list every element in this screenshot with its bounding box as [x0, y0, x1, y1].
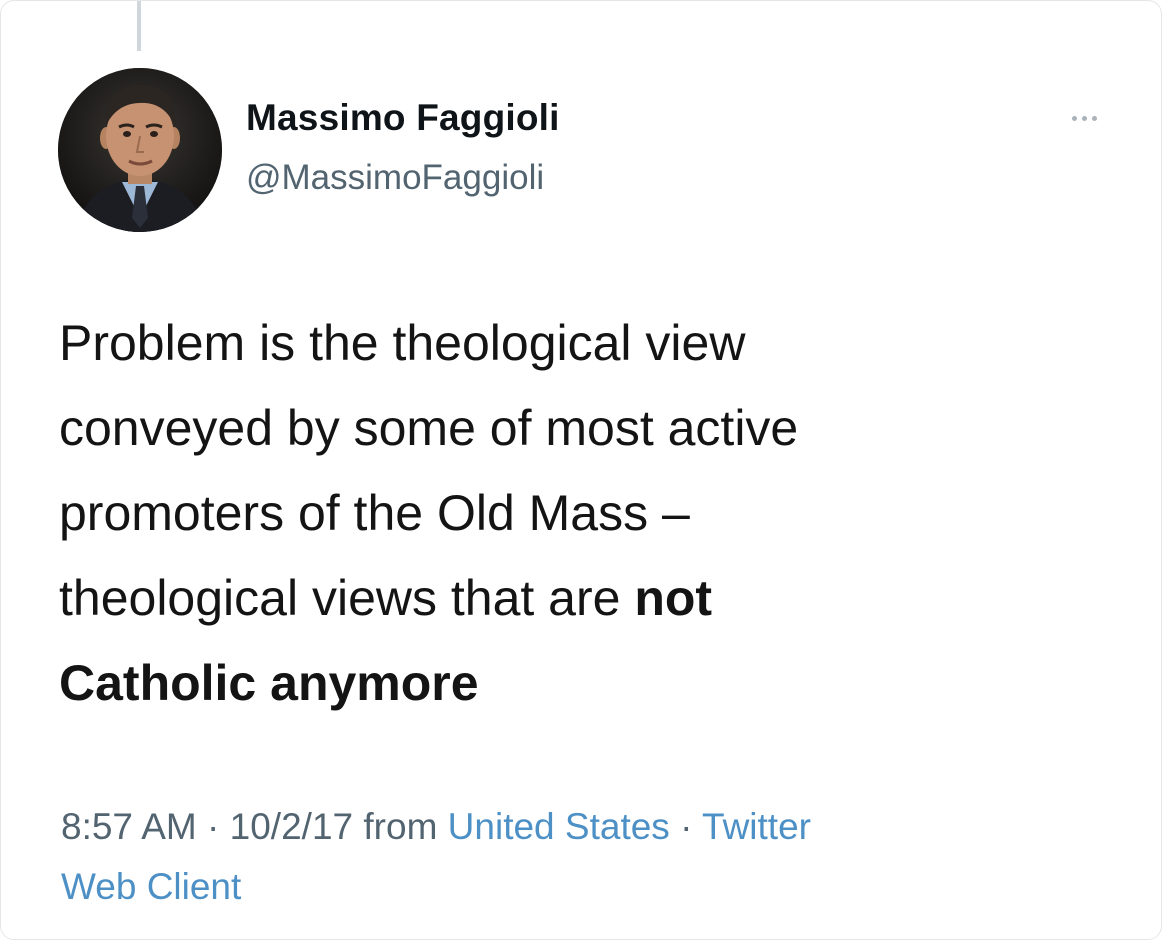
more-horizontal-icon	[1071, 115, 1077, 121]
tweet-text-bold: not	[634, 570, 713, 626]
avatar[interactable]	[58, 68, 222, 232]
more-options-button[interactable]	[1059, 106, 1109, 130]
separator: ·	[669, 806, 703, 847]
client-link[interactable]: Twitter	[702, 806, 811, 847]
tweet-text-line: Catholic anymore	[59, 641, 1119, 726]
from-label: from	[353, 806, 448, 847]
tweet-time[interactable]: 8:57 AM	[61, 806, 197, 847]
client-link[interactable]: Web Client	[61, 866, 241, 907]
tweet-metadata-row: Web Client	[61, 857, 1121, 917]
tweet-metadata-row: 8:57 AM · 10/2/17 from United States · T…	[61, 797, 1121, 857]
more-horizontal-icon	[1081, 115, 1087, 121]
tweet-date[interactable]: 10/2/17	[230, 806, 353, 847]
tweet-card: Massimo Faggioli @MassimoFaggioli Proble…	[0, 0, 1162, 940]
more-horizontal-icon	[1091, 115, 1097, 121]
location-link[interactable]: United States	[448, 806, 670, 847]
tweet-text-line: theological views that are not	[59, 556, 1119, 641]
tweet-text-line: conveyed by some of most active	[59, 400, 799, 456]
author-handle[interactable]: @MassimoFaggioli	[246, 158, 544, 198]
tweet-metadata: 8:57 AM · 10/2/17 from United States · T…	[61, 797, 1121, 917]
avatar-image	[58, 68, 222, 232]
tweet-text-line: promoters of the Old Mass –	[59, 485, 690, 541]
author-name[interactable]: Massimo Faggioli	[246, 97, 560, 139]
thread-connector-line	[137, 1, 141, 51]
tweet-text-line: Problem is the theological view	[59, 315, 746, 371]
tweet-text: Problem is the theological view conveyed…	[59, 301, 1119, 726]
tweet-text-segment: theological views that are	[59, 570, 635, 626]
separator: ·	[196, 806, 230, 847]
tweet-text-bold: Catholic anymore	[59, 655, 479, 711]
